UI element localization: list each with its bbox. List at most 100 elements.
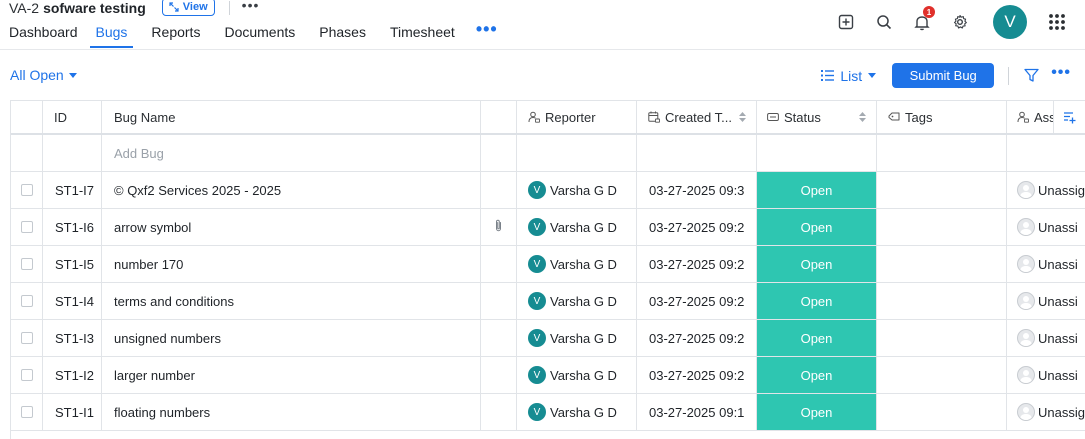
- table-row[interactable]: ST1-I1 floating numbers V Varsha G D 03-…: [11, 394, 1085, 431]
- tab-bugs[interactable]: Bugs: [87, 18, 137, 48]
- row-checkbox-cell: [11, 246, 43, 282]
- column-header-status-label: Status: [784, 109, 821, 125]
- row-checkbox[interactable]: [20, 221, 33, 233]
- bug-name[interactable]: © Qxf2 Services 2025 - 2025: [102, 172, 481, 208]
- status-badge[interactable]: Open: [757, 320, 876, 356]
- row-checkbox[interactable]: [20, 332, 33, 344]
- assignee-cell[interactable]: Unassig: [1007, 172, 1085, 208]
- column-header-tags[interactable]: Tags: [877, 101, 1007, 133]
- bug-id[interactable]: ST1-I6: [43, 209, 102, 245]
- table-row[interactable]: ST1-I4 terms and conditions V Varsha G D…: [11, 283, 1085, 320]
- status-badge[interactable]: Open: [757, 172, 876, 208]
- tab-reports[interactable]: Reports: [136, 18, 209, 48]
- tags-cell[interactable]: [877, 394, 1007, 430]
- status-cell[interactable]: Open: [757, 283, 877, 319]
- search-icon[interactable]: [865, 4, 903, 40]
- column-header-id[interactable]: ID: [43, 101, 102, 133]
- column-header-reporter[interactable]: Reporter: [517, 101, 637, 133]
- column-header-bug-name[interactable]: Bug Name: [102, 101, 481, 133]
- status-cell[interactable]: Open: [757, 172, 877, 208]
- user-avatar[interactable]: V: [993, 5, 1027, 39]
- reporter-cell[interactable]: V Varsha G D: [517, 283, 637, 319]
- tab-documents[interactable]: Documents: [209, 18, 304, 48]
- bug-name[interactable]: arrow symbol: [102, 209, 481, 245]
- tab-bar: Dashboard Bugs Reports Documents Phases …: [0, 18, 510, 48]
- status-badge[interactable]: Open: [757, 246, 876, 282]
- filter-icon[interactable]: [1019, 68, 1043, 83]
- assignee-name: Unassig: [1038, 182, 1085, 198]
- attachment-icon[interactable]: [494, 219, 503, 235]
- table-row[interactable]: ST1-I3 unsigned numbers V Varsha G D 03-…: [11, 320, 1085, 357]
- status-badge[interactable]: Open: [757, 209, 876, 245]
- assignee-cell[interactable]: Unassig: [1007, 394, 1085, 430]
- tab-timesheet[interactable]: Timesheet: [375, 18, 464, 48]
- reporter-cell[interactable]: V Varsha G D: [517, 357, 637, 393]
- tags-cell[interactable]: [877, 357, 1007, 393]
- assignee-cell[interactable]: Unassi: [1007, 246, 1085, 282]
- column-header-status[interactable]: Status: [757, 101, 877, 133]
- view-filter-dropdown[interactable]: All Open: [10, 67, 77, 83]
- reporter-cell[interactable]: V Varsha G D: [517, 172, 637, 208]
- bug-name[interactable]: unsigned numbers: [102, 320, 481, 356]
- add-column-icon[interactable]: [1053, 101, 1085, 133]
- bug-name[interactable]: larger number: [102, 357, 481, 393]
- status-cell[interactable]: Open: [757, 357, 877, 393]
- table-row[interactable]: ST1-I7 © Qxf2 Services 2025 - 2025 V Var…: [11, 172, 1085, 209]
- sort-icon[interactable]: [739, 112, 746, 122]
- status-badge[interactable]: Open: [757, 357, 876, 393]
- app-grid-icon[interactable]: [1041, 13, 1073, 31]
- row-checkbox[interactable]: [20, 258, 33, 270]
- add-bug-input[interactable]: Add Bug: [102, 135, 481, 171]
- bug-id[interactable]: ST1-I3: [43, 320, 102, 356]
- project-more-button[interactable]: •••: [242, 0, 260, 13]
- tags-cell[interactable]: [877, 246, 1007, 282]
- bug-name[interactable]: terms and conditions: [102, 283, 481, 319]
- assignee-cell[interactable]: Unassi: [1007, 320, 1085, 356]
- settings-gear-icon[interactable]: [941, 4, 979, 40]
- view-button[interactable]: View: [161, 0, 215, 16]
- tags-cell[interactable]: [877, 209, 1007, 245]
- table-row[interactable]: ST1-I5 number 170 V Varsha G D 03-27-202…: [11, 246, 1085, 283]
- add-icon[interactable]: [827, 4, 865, 40]
- tab-dashboard[interactable]: Dashboard: [0, 18, 87, 48]
- status-badge[interactable]: Open: [757, 283, 876, 319]
- reporter-cell[interactable]: V Varsha G D: [517, 209, 637, 245]
- tags-cell[interactable]: [877, 320, 1007, 356]
- project-name[interactable]: sofware testing: [43, 0, 146, 16]
- bug-id[interactable]: ST1-I2: [43, 357, 102, 393]
- bug-name[interactable]: floating numbers: [102, 394, 481, 430]
- reporter-cell[interactable]: V Varsha G D: [517, 320, 637, 356]
- row-checkbox[interactable]: [20, 406, 33, 418]
- tags-cell[interactable]: [877, 172, 1007, 208]
- status-cell[interactable]: Open: [757, 246, 877, 282]
- status-cell[interactable]: Open: [757, 394, 877, 430]
- submit-bug-button[interactable]: Submit Bug: [892, 63, 995, 88]
- row-checkbox[interactable]: [20, 184, 33, 196]
- reporter-cell[interactable]: V Varsha G D: [517, 246, 637, 282]
- tab-phases[interactable]: Phases: [304, 18, 375, 48]
- sort-icon[interactable]: [859, 112, 866, 122]
- status-cell[interactable]: Open: [757, 320, 877, 356]
- status-cell[interactable]: Open: [757, 209, 877, 245]
- toolbar-more-button[interactable]: •••: [1051, 64, 1071, 82]
- bug-name[interactable]: number 170: [102, 246, 481, 282]
- column-header-created[interactable]: Created T...: [637, 101, 757, 133]
- row-checkbox-cell: [11, 209, 43, 245]
- tabs-more-button[interactable]: •••: [464, 18, 510, 48]
- table-row[interactable]: ST1-I2 larger number V Varsha G D 03-27-…: [11, 357, 1085, 394]
- bug-id[interactable]: ST1-I7: [43, 172, 102, 208]
- bug-id[interactable]: ST1-I1: [43, 394, 102, 430]
- bug-id[interactable]: ST1-I4: [43, 283, 102, 319]
- table-row[interactable]: ST1-I6 arrow symbol V Varsha G D 03-27-2…: [11, 209, 1085, 246]
- row-checkbox[interactable]: [20, 295, 33, 307]
- assignee-cell[interactable]: Unassi: [1007, 283, 1085, 319]
- assignee-cell[interactable]: Unassi: [1007, 357, 1085, 393]
- tags-cell[interactable]: [877, 283, 1007, 319]
- row-checkbox[interactable]: [20, 369, 33, 381]
- list-view-dropdown[interactable]: List: [821, 68, 877, 84]
- reporter-cell[interactable]: V Varsha G D: [517, 394, 637, 430]
- notification-bell-icon[interactable]: 1: [903, 4, 941, 40]
- assignee-cell[interactable]: Unassi: [1007, 209, 1085, 245]
- status-badge[interactable]: Open: [757, 394, 876, 430]
- bug-id[interactable]: ST1-I5: [43, 246, 102, 282]
